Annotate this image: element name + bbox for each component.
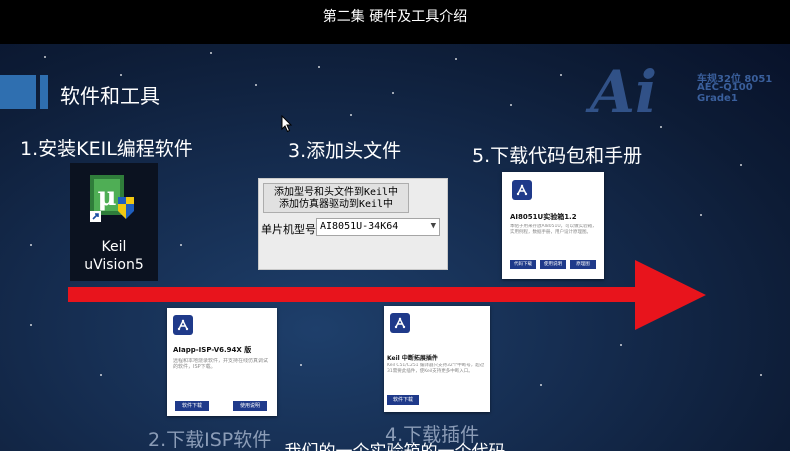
svg-text:μ: μ — [97, 182, 116, 212]
card-manual-download-button[interactable]: 代码下载 — [510, 260, 536, 269]
card-isp-download-button[interactable]: 软件下载 — [175, 401, 209, 411]
add-header-to-keil-button[interactable]: 添加型号和头文件到Keil中 添加仿真器驱动到Keil中 — [263, 183, 409, 213]
card-manual-usage-button[interactable]: 使用说明 — [540, 260, 566, 269]
card-plugin-title: Keil 中断拓展插件 — [387, 355, 438, 362]
keil-uvision-icon: μ — [90, 175, 134, 222]
card-plugin-desc: Keil C51/C251 编译器只支持32个中断号，超过31需要此插件，使Ke… — [387, 363, 485, 374]
isp-header-dialog: 添加型号和头文件到Keil中 添加仿真器驱动到Keil中 单片机型号 AI805… — [258, 178, 448, 270]
keil-label-line2: uVision5 — [84, 257, 144, 273]
mcu-model-value: AI8051U-34K64 — [320, 221, 399, 232]
video-subtitle: 我们的一个实验箱的一个代码 — [0, 437, 790, 451]
keil-label-line1: Keil — [101, 239, 127, 255]
card-plugin[interactable]: Keil 中断拓展插件 Keil C51/C251 编译器只支持32个中断号，超… — [384, 306, 490, 412]
step-1-label: 1.安装KEIL编程软件 — [20, 138, 193, 160]
step-3-label: 3.添加头文件 — [288, 140, 402, 162]
brand-card-icon — [173, 315, 193, 335]
card-isp-title: AIapp-ISP-V6.94X 版 — [173, 346, 252, 354]
mouse-cursor-icon — [281, 115, 293, 133]
card-manual-title: AI8051U实验箱1.2 — [510, 213, 577, 221]
video-title: 第二集 硬件及工具介绍 — [322, 9, 468, 25]
keil-shortcut[interactable]: μ Keil uVision5 — [70, 163, 158, 281]
video-title-bar: 第二集 硬件及工具介绍 — [0, 0, 790, 44]
card-manual-desc: 本帖子用来存放AI8051U，可以做实验箱，实用例程，数据手册，用户设计原理图。 — [510, 224, 597, 235]
mcu-model-select[interactable]: AI8051U-34K64 ▼ — [316, 218, 440, 236]
add-header-button-line1: 添加型号和头文件到Keil中 — [273, 187, 399, 198]
card-isp-desc: 远程和本地烧录软件，并支持在线仿真调试的软件，ISP下载。 — [173, 358, 269, 371]
brand-card-icon — [390, 313, 410, 333]
card-plugin-download-button[interactable]: 软件下载 — [387, 395, 419, 405]
chevron-down-icon: ▼ — [430, 221, 436, 231]
mcu-model-label: 单片机型号 — [261, 223, 316, 236]
card-isp[interactable]: AIapp-ISP-V6.94X 版 远程和本地烧录软件，并支持在线仿真调试的软… — [167, 308, 277, 416]
add-header-button-line2: 添加仿真器驱动到Keil中 — [278, 199, 394, 210]
brand-card-icon — [512, 180, 532, 200]
step-5-label: 5.下载代码包和手册 — [472, 145, 643, 167]
card-isp-usage-button[interactable]: 使用说明 — [233, 401, 267, 411]
card-manual[interactable]: AI8051U实验箱1.2 本帖子用来存放AI8051U，可以做实验箱，实用例程… — [502, 172, 604, 279]
card-manual-schematic-button[interactable]: 原理图 — [570, 260, 596, 269]
slide-canvas: 软件和工具 Ai 车规32位 8051 AEC-Q100 Grade1 1.安装… — [0, 44, 790, 451]
